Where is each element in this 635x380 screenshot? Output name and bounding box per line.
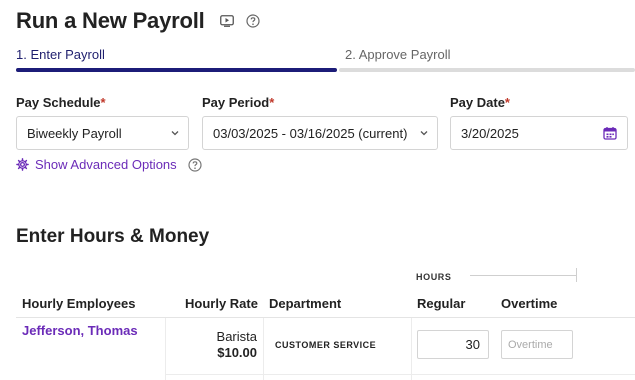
pay-period-select[interactable]: 03/03/2025 - 03/16/2025 (current): [202, 116, 438, 150]
hours-group-label: HOURS: [416, 272, 452, 282]
show-advanced-options-link[interactable]: Show Advanced Options: [16, 157, 177, 172]
column-divider: [411, 318, 412, 380]
header-divider: [16, 317, 635, 318]
help-icon[interactable]: [245, 13, 261, 29]
column-header-hourly-rate: Hourly Rate: [185, 296, 258, 311]
regular-hours-input[interactable]: [417, 330, 489, 359]
pay-date-input[interactable]: 3/20/2025: [450, 116, 628, 150]
show-advanced-options-label: Show Advanced Options: [35, 157, 177, 172]
column-header-department: Department: [269, 296, 342, 311]
pay-date-label: Pay Date*: [450, 95, 510, 110]
pay-schedule-select[interactable]: Biweekly Payroll: [16, 116, 189, 150]
row-divider: [165, 374, 635, 375]
step-approve-payroll[interactable]: 2. Approve Payroll: [345, 47, 451, 62]
step-progress-active: [16, 68, 337, 72]
column-header-regular: Regular: [417, 296, 466, 311]
employee-hourly-rate: $10.00: [217, 345, 257, 360]
column-header-employees: Hourly Employees: [22, 296, 136, 311]
column-divider: [165, 318, 166, 380]
section-title: Enter Hours & Money: [16, 226, 210, 247]
pay-period-label: Pay Period*: [202, 95, 275, 110]
employee-job-title: Barista: [216, 329, 257, 344]
help-icon[interactable]: [188, 158, 202, 172]
chevron-down-icon: [420, 131, 428, 136]
gear-icon: [16, 158, 29, 171]
column-header-overtime: Overtime: [501, 296, 558, 311]
column-divider: [263, 318, 264, 380]
pay-schedule-value: Biweekly Payroll: [27, 125, 122, 141]
pay-date-value: 3/20/2025: [461, 125, 519, 141]
page-title: Run a New Payroll: [16, 8, 205, 33]
employee-name-link[interactable]: Jefferson, Thomas: [22, 323, 138, 338]
chevron-down-icon: [171, 131, 179, 136]
title-row: Run a New Payroll: [16, 8, 261, 34]
pay-schedule-label: Pay Schedule*: [16, 95, 106, 110]
overtime-hours-input[interactable]: [501, 330, 573, 359]
step-enter-payroll[interactable]: 1. Enter Payroll: [16, 47, 105, 62]
pay-period-value: 03/03/2025 - 03/16/2025 (current): [213, 125, 408, 141]
employee-department: CUSTOMER SERVICE: [275, 340, 377, 350]
step-progress-inactive: [339, 68, 635, 72]
hours-group-divider: [470, 275, 577, 276]
video-play-icon[interactable]: [219, 13, 235, 29]
hours-group-tick: [576, 268, 577, 282]
calendar-icon[interactable]: [603, 126, 617, 140]
